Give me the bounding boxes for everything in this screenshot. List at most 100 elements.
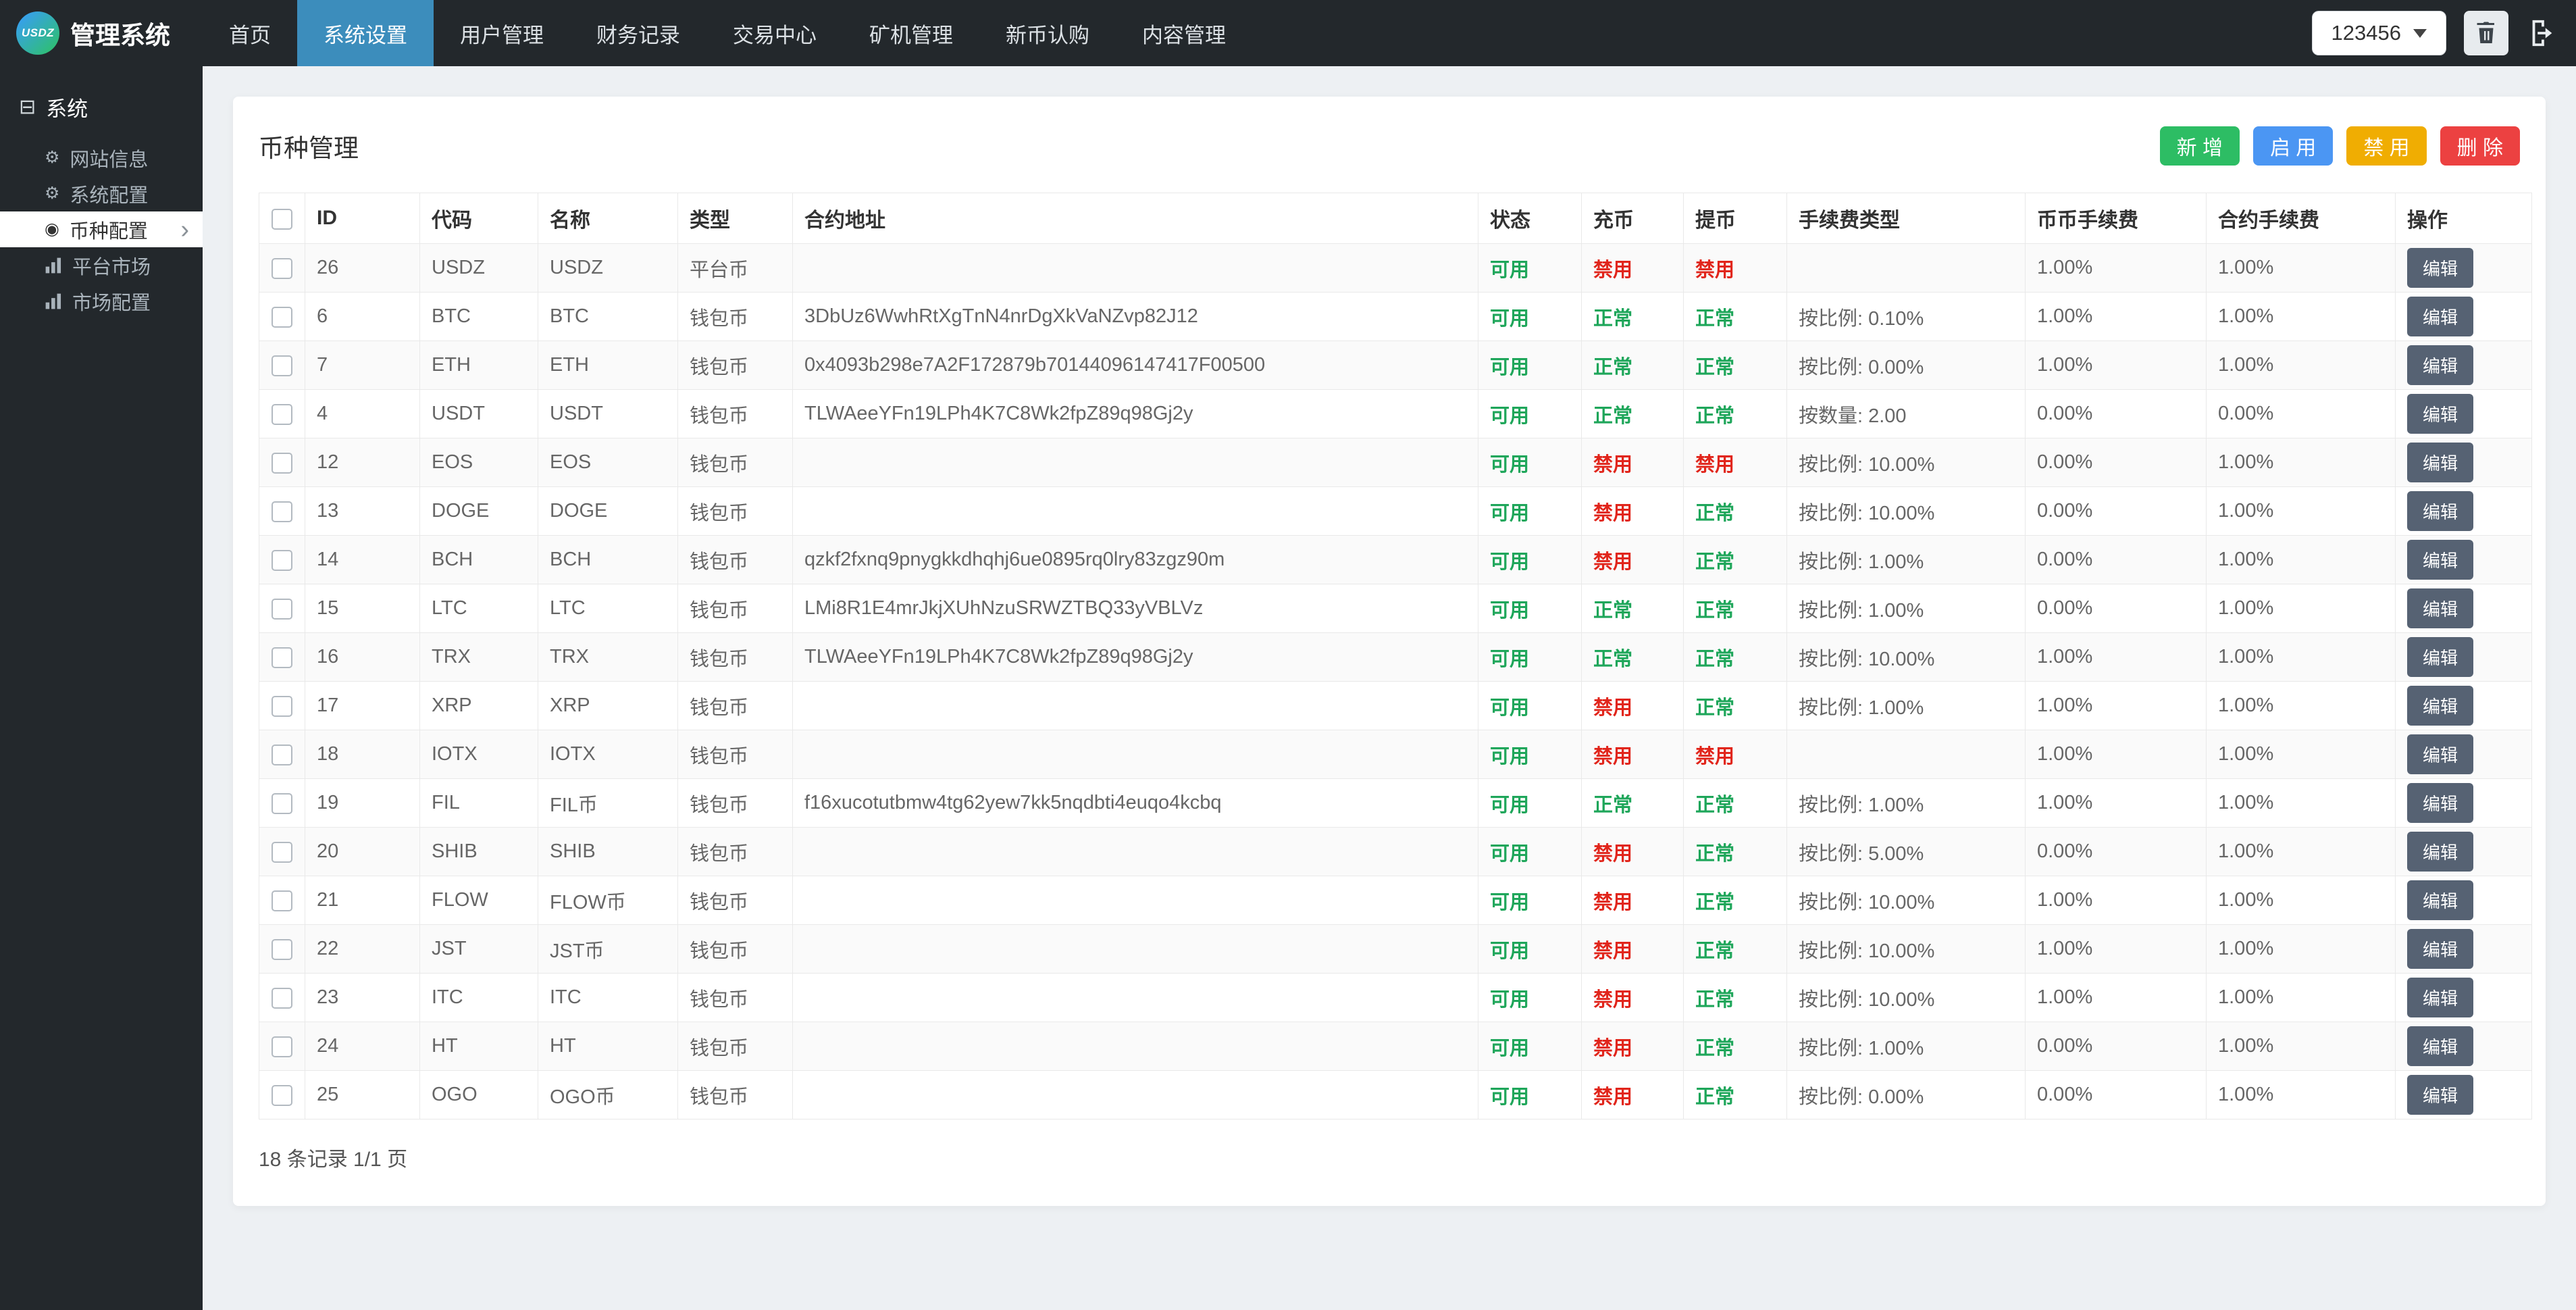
edit-button[interactable]: 编辑 — [2407, 929, 2473, 969]
trash-button[interactable] — [2464, 11, 2508, 55]
edit-button[interactable]: 编辑 — [2407, 394, 2473, 434]
sidebar-item[interactable]: 平台市场 › — [0, 247, 203, 283]
row-checkbox[interactable] — [272, 890, 292, 911]
table-row: 18 IOTX IOTX 钱包币 可用 禁用 禁用 1.00% 1.00% 编辑 — [259, 730, 2532, 779]
cell-coin_fee: 0.00% — [2026, 487, 2207, 536]
enable-button[interactable]: 启 用 — [2253, 126, 2333, 166]
row-checkbox[interactable] — [272, 939, 292, 960]
cell-coin_fee: 0.00% — [2026, 1071, 2207, 1119]
edit-button[interactable]: 编辑 — [2407, 637, 2473, 677]
cell-name: ETH — [538, 341, 678, 390]
nav-item[interactable]: 首页 — [203, 0, 297, 66]
user-menu-button[interactable]: 123456 — [2312, 11, 2446, 55]
edit-button[interactable]: 编辑 — [2407, 880, 2473, 920]
row-checkbox[interactable] — [272, 599, 292, 620]
cell-operations: 编辑 — [2396, 974, 2532, 1022]
nav-item[interactable]: 交易中心 — [706, 0, 843, 66]
cell-fee_type: 按比例: 1.00% — [1787, 1022, 2026, 1071]
add-button[interactable]: 新 增 — [2160, 126, 2240, 166]
nav-item[interactable]: 用户管理 — [434, 0, 570, 66]
cell-status: 可用 — [1478, 730, 1582, 779]
row-checkbox[interactable] — [272, 404, 292, 425]
cell-operations: 编辑 — [2396, 1071, 2532, 1119]
content-card: 币种管理 新 增启 用禁 用删 除 ID 代码 名称 类型 合约地址 状态 — [233, 97, 2546, 1206]
sidebar-item-label: 币种配置 — [70, 216, 148, 244]
row-checkbox[interactable] — [272, 842, 292, 863]
sidebar-item[interactable]: ⚙ 网站信息 › — [0, 140, 203, 176]
edit-button[interactable]: 编辑 — [2407, 345, 2473, 385]
cell-deposit: 正常 — [1582, 293, 1684, 341]
edit-button[interactable]: 编辑 — [2407, 978, 2473, 1017]
cell-code: HT — [420, 1022, 538, 1071]
cell-address — [793, 1022, 1478, 1071]
select-all-checkbox[interactable] — [272, 209, 292, 230]
row-checkbox[interactable] — [272, 1036, 292, 1057]
nav-item[interactable]: 系统设置 — [297, 0, 434, 66]
row-select-cell — [259, 779, 305, 828]
edit-button[interactable]: 编辑 — [2407, 1075, 2473, 1115]
cell-code: USDT — [420, 390, 538, 438]
row-checkbox[interactable] — [272, 793, 292, 814]
edit-button[interactable]: 编辑 — [2407, 248, 2473, 288]
edit-button[interactable]: 编辑 — [2407, 783, 2473, 823]
cell-contract_fee: 0.00% — [2207, 390, 2396, 438]
row-checkbox[interactable] — [272, 696, 292, 717]
nav-item[interactable]: 内容管理 — [1116, 0, 1252, 66]
edit-button[interactable]: 编辑 — [2407, 588, 2473, 628]
nav-item[interactable]: 财务记录 — [570, 0, 706, 66]
row-checkbox[interactable] — [272, 745, 292, 765]
table-row: 23 ITC ITC 钱包币 可用 禁用 正常 按比例: 10.00% 1.00… — [259, 974, 2532, 1022]
cell-name: TRX — [538, 633, 678, 682]
cell-contract_fee: 1.00% — [2207, 925, 2396, 974]
row-checkbox[interactable] — [272, 988, 292, 1009]
cell-deposit: 正常 — [1582, 633, 1684, 682]
cell-status: 可用 — [1478, 974, 1582, 1022]
select-all-cell — [259, 193, 305, 244]
logout-button[interactable] — [2526, 18, 2557, 49]
edit-button[interactable]: 编辑 — [2407, 491, 2473, 531]
cell-type: 钱包币 — [678, 584, 793, 633]
edit-button[interactable]: 编辑 — [2407, 734, 2473, 774]
cell-name: IOTX — [538, 730, 678, 779]
cell-name: BTC — [538, 293, 678, 341]
row-checkbox[interactable] — [272, 501, 292, 522]
edit-button[interactable]: 编辑 — [2407, 297, 2473, 336]
edit-button[interactable]: 编辑 — [2407, 832, 2473, 872]
edit-button[interactable]: 编辑 — [2407, 686, 2473, 726]
row-checkbox[interactable] — [272, 453, 292, 474]
cell-withdraw: 正常 — [1684, 1071, 1787, 1119]
cell-address: qzkf2fxnq9pnygkkdhqhj6ue0895rq0lry83zgz9… — [793, 536, 1478, 584]
nav-item[interactable]: 新币认购 — [979, 0, 1116, 66]
cell-withdraw: 正常 — [1684, 487, 1787, 536]
sidebar-item[interactable]: ◉ 币种配置 › — [0, 211, 203, 247]
main-content: 币种管理 新 增启 用禁 用删 除 ID 代码 名称 类型 合约地址 状态 — [203, 66, 2576, 1310]
cell-operations: 编辑 — [2396, 682, 2532, 730]
logo-badge-text: USDZ — [22, 26, 54, 40]
row-checkbox[interactable] — [272, 258, 292, 279]
delete-button[interactable]: 删 除 — [2440, 126, 2520, 166]
row-checkbox[interactable] — [272, 307, 292, 328]
cell-deposit: 禁用 — [1582, 1022, 1684, 1071]
cell-deposit: 正常 — [1582, 390, 1684, 438]
sidebar-item[interactable]: ⚙ 系统配置 › — [0, 176, 203, 211]
cell-address — [793, 925, 1478, 974]
cell-id: 19 — [305, 779, 420, 828]
row-checkbox[interactable] — [272, 355, 292, 376]
sidebar-item[interactable]: 市场配置 › — [0, 283, 203, 319]
row-checkbox[interactable] — [272, 550, 292, 571]
card-header: 币种管理 新 增启 用禁 用删 除 — [259, 126, 2520, 166]
cell-name: ITC — [538, 974, 678, 1022]
cell-coin_fee: 0.00% — [2026, 536, 2207, 584]
cell-status: 可用 — [1478, 1071, 1582, 1119]
cell-name: SHIB — [538, 828, 678, 876]
row-checkbox[interactable] — [272, 647, 292, 668]
edit-button[interactable]: 编辑 — [2407, 443, 2473, 482]
cell-contract_fee: 1.00% — [2207, 730, 2396, 779]
cell-id: 18 — [305, 730, 420, 779]
cell-name: HT — [538, 1022, 678, 1071]
edit-button[interactable]: 编辑 — [2407, 540, 2473, 580]
edit-button[interactable]: 编辑 — [2407, 1026, 2473, 1066]
disable-button[interactable]: 禁 用 — [2346, 126, 2426, 166]
nav-item[interactable]: 矿机管理 — [843, 0, 979, 66]
row-checkbox[interactable] — [272, 1085, 292, 1106]
